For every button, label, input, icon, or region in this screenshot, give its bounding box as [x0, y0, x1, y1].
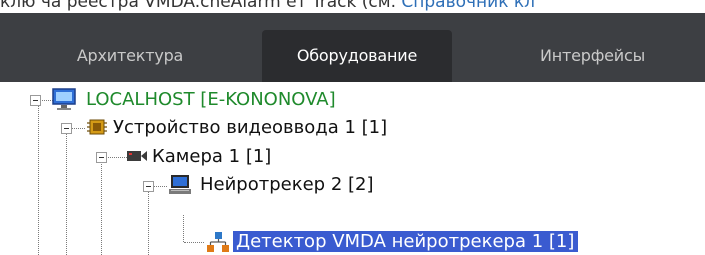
- computer-icon: [169, 175, 191, 194]
- doc-link[interactable]: Справочник кл: [401, 0, 535, 12]
- tree-node-camera[interactable]: Камера 1 [1]: [152, 144, 271, 170]
- tree-line: [148, 186, 149, 255]
- detector-icon: [207, 232, 229, 252]
- tab-bar: Архитектура Оборудование Интерфейсы: [0, 13, 705, 82]
- collapse-toggle-neurotracker[interactable]: [143, 181, 154, 192]
- tree-line: [39, 100, 53, 101]
- tree-node-video-device[interactable]: Устройство видеоввода 1 [1]: [113, 115, 387, 141]
- tree-node-label: Устройство видеоввода 1 [1]: [113, 117, 388, 138]
- tree-node-label: Камера 1 [1]: [152, 146, 272, 167]
- tree-line: [101, 157, 102, 255]
- camera-icon: [127, 151, 147, 161]
- tree-node-label: Детектор VMDA нейротрекера 1 [1]: [233, 231, 579, 252]
- tree-node-label: Нейротрекер 2 [2]: [200, 174, 374, 195]
- collapse-toggle-root[interactable]: [30, 95, 41, 106]
- collapse-toggle-camera[interactable]: [96, 152, 107, 163]
- tab-interfaces[interactable]: Интерфейсы: [480, 30, 705, 82]
- chip-icon: [87, 119, 107, 135]
- hardware-tree: LOCALHOST [E-KONONOVA] Устройство видеов…: [0, 82, 705, 255]
- tree-node-root[interactable]: LOCALHOST [E-KONONOVA]: [86, 87, 336, 113]
- tree-node-detector[interactable]: Детектор VMDA нейротрекера 1 [1]: [233, 229, 579, 255]
- tree-line: [66, 130, 67, 255]
- tree-node-label: LOCALHOST [E-KONONOVA]: [86, 89, 336, 110]
- tab-architecture[interactable]: Архитектура: [20, 30, 240, 82]
- collapse-toggle-video-device[interactable]: [61, 123, 72, 134]
- tree-line: [183, 215, 184, 242]
- doc-text-line: клю ча реестра VMDA.chеAlarm ет Track (с…: [0, 0, 705, 13]
- tree-line: [38, 101, 39, 255]
- tree-line: [184, 242, 204, 243]
- tab-hardware[interactable]: Оборудование: [262, 30, 452, 82]
- doc-text: клю ча реестра VMDA.chеAlarm ет Track (с…: [0, 0, 402, 12]
- monitor-icon: [52, 88, 76, 110]
- tree-node-neurotracker[interactable]: Нейротрекер 2 [2]: [200, 172, 374, 198]
